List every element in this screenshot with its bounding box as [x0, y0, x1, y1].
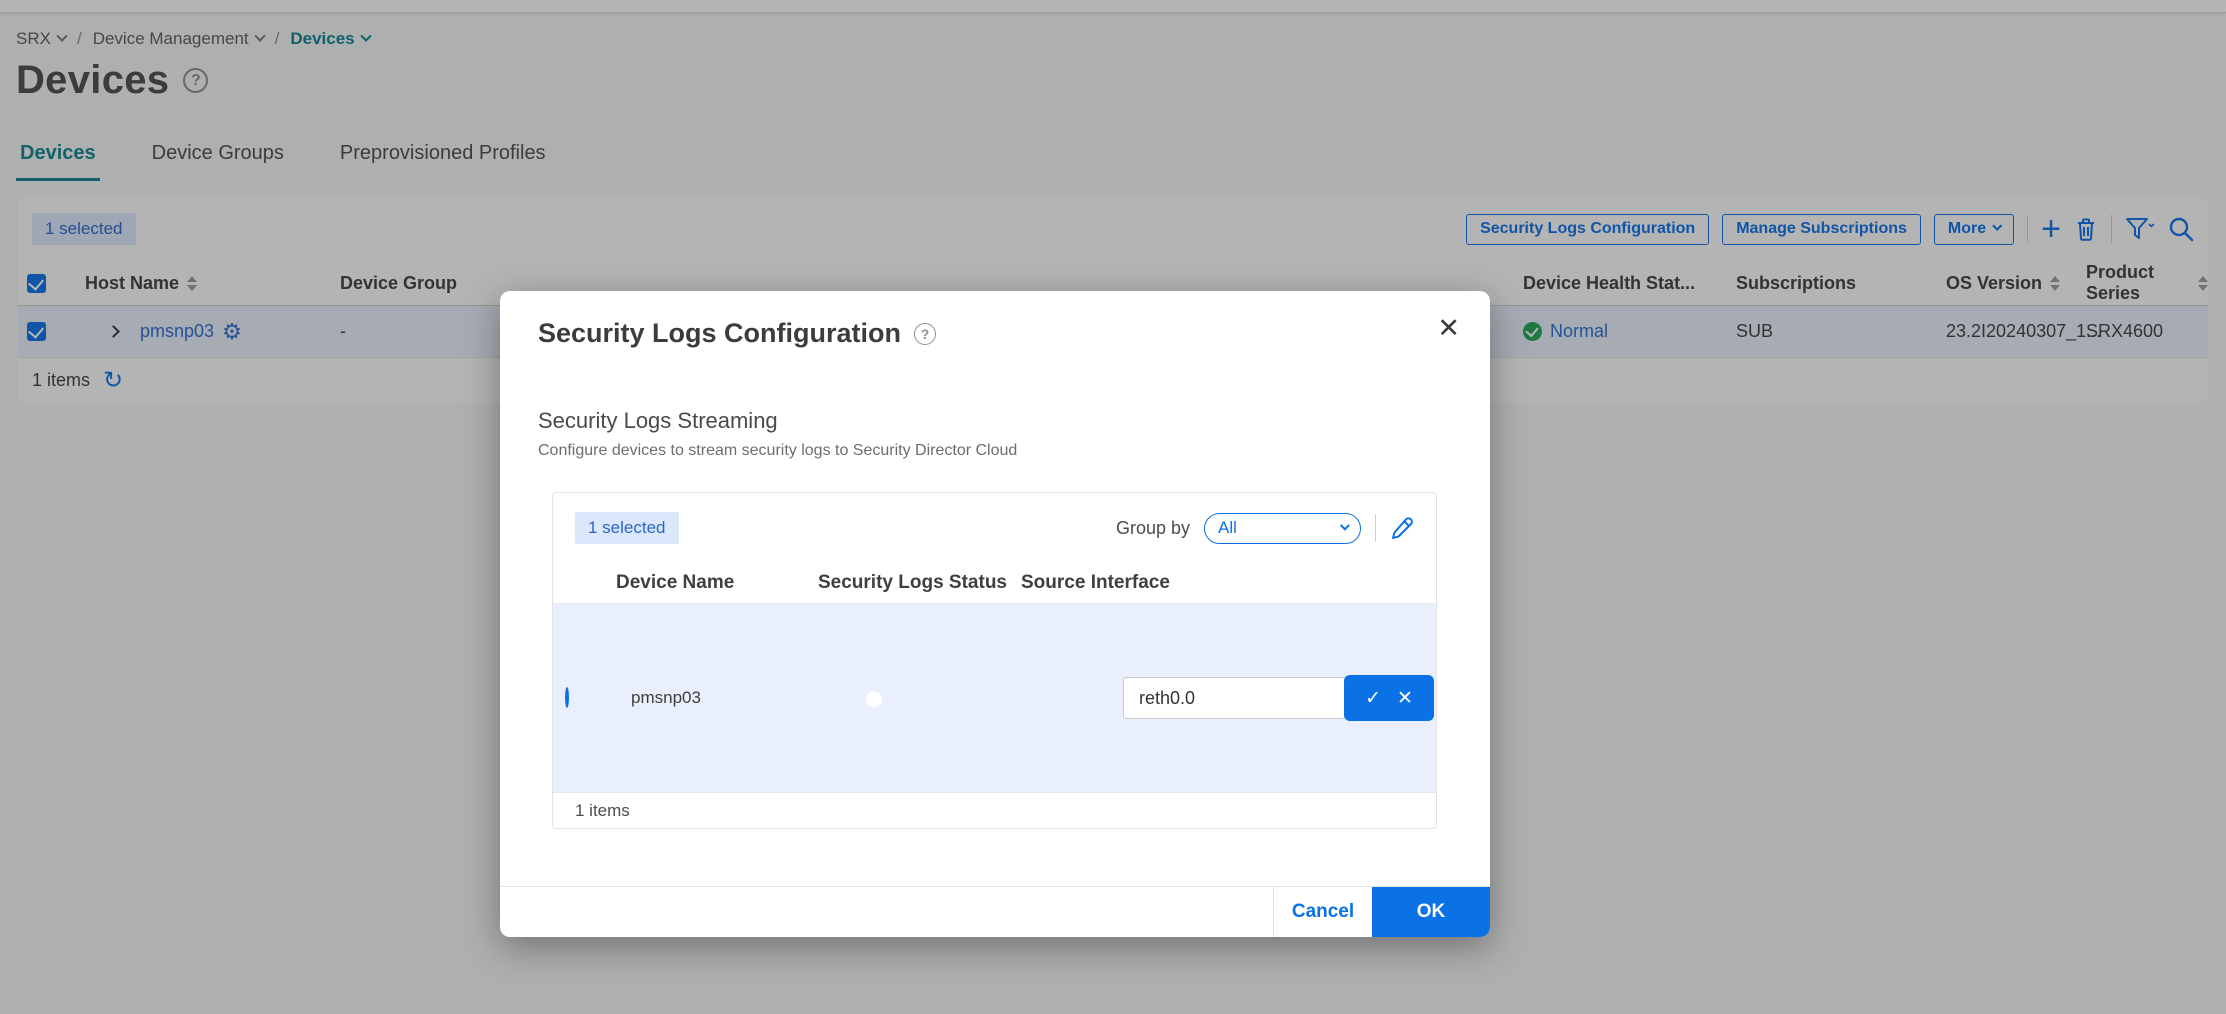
help-icon[interactable]: ? — [914, 323, 936, 345]
section-title: Security Logs Streaming — [538, 408, 778, 434]
selected-count-badge: 1 selected — [575, 512, 679, 544]
streaming-table-panel: 1 selected Group by All Device Name Secu… — [552, 492, 1437, 829]
pencil-icon — [1390, 516, 1414, 540]
source-interface-input[interactable] — [1123, 677, 1346, 719]
security-logs-configuration-modal: Security Logs Configuration ? ✕ Security… — [500, 291, 1490, 937]
row-radio-button[interactable] — [565, 687, 569, 708]
modal-footer: Cancel OK — [500, 886, 1490, 937]
cancel-button[interactable]: Cancel — [1273, 887, 1372, 937]
items-count: 1 items — [575, 801, 630, 821]
section-subtitle: Configure devices to stream security log… — [538, 442, 1017, 460]
group-by-value: All — [1218, 518, 1237, 538]
column-header-device-name: Device Name — [616, 572, 818, 594]
group-by-label: Group by — [1116, 518, 1190, 539]
confirm-button-group: ✓ ✕ — [1344, 675, 1434, 721]
toolbar-divider — [1375, 514, 1376, 542]
device-name-cell: pmsnp03 — [616, 688, 701, 707]
cancel-x-icon[interactable]: ✕ — [1397, 687, 1413, 709]
check-icon[interactable]: ✓ — [1365, 687, 1381, 709]
column-header-security-logs-status: Security Logs Status — [818, 572, 1021, 594]
modal-header: Security Logs Configuration ? ✕ — [500, 291, 1490, 349]
streaming-table-row: pmsnp03 ✓ ✕ — [553, 604, 1436, 792]
ok-button[interactable]: OK — [1372, 887, 1490, 937]
close-icon[interactable]: ✕ — [1437, 315, 1460, 342]
streaming-table-footer: 1 items — [553, 792, 1436, 829]
group-by-controls: Group by All — [1116, 513, 1414, 544]
chevron-down-icon — [1340, 520, 1350, 530]
edit-button[interactable] — [1390, 516, 1414, 540]
modal-title: Security Logs Configuration — [538, 318, 901, 349]
streaming-table-header: Device Name Security Logs Status Source … — [553, 563, 1436, 604]
streaming-toolbar: 1 selected Group by All — [553, 493, 1436, 563]
group-by-dropdown[interactable]: All — [1204, 513, 1361, 544]
column-header-source-interface: Source Interface — [1021, 572, 1436, 594]
